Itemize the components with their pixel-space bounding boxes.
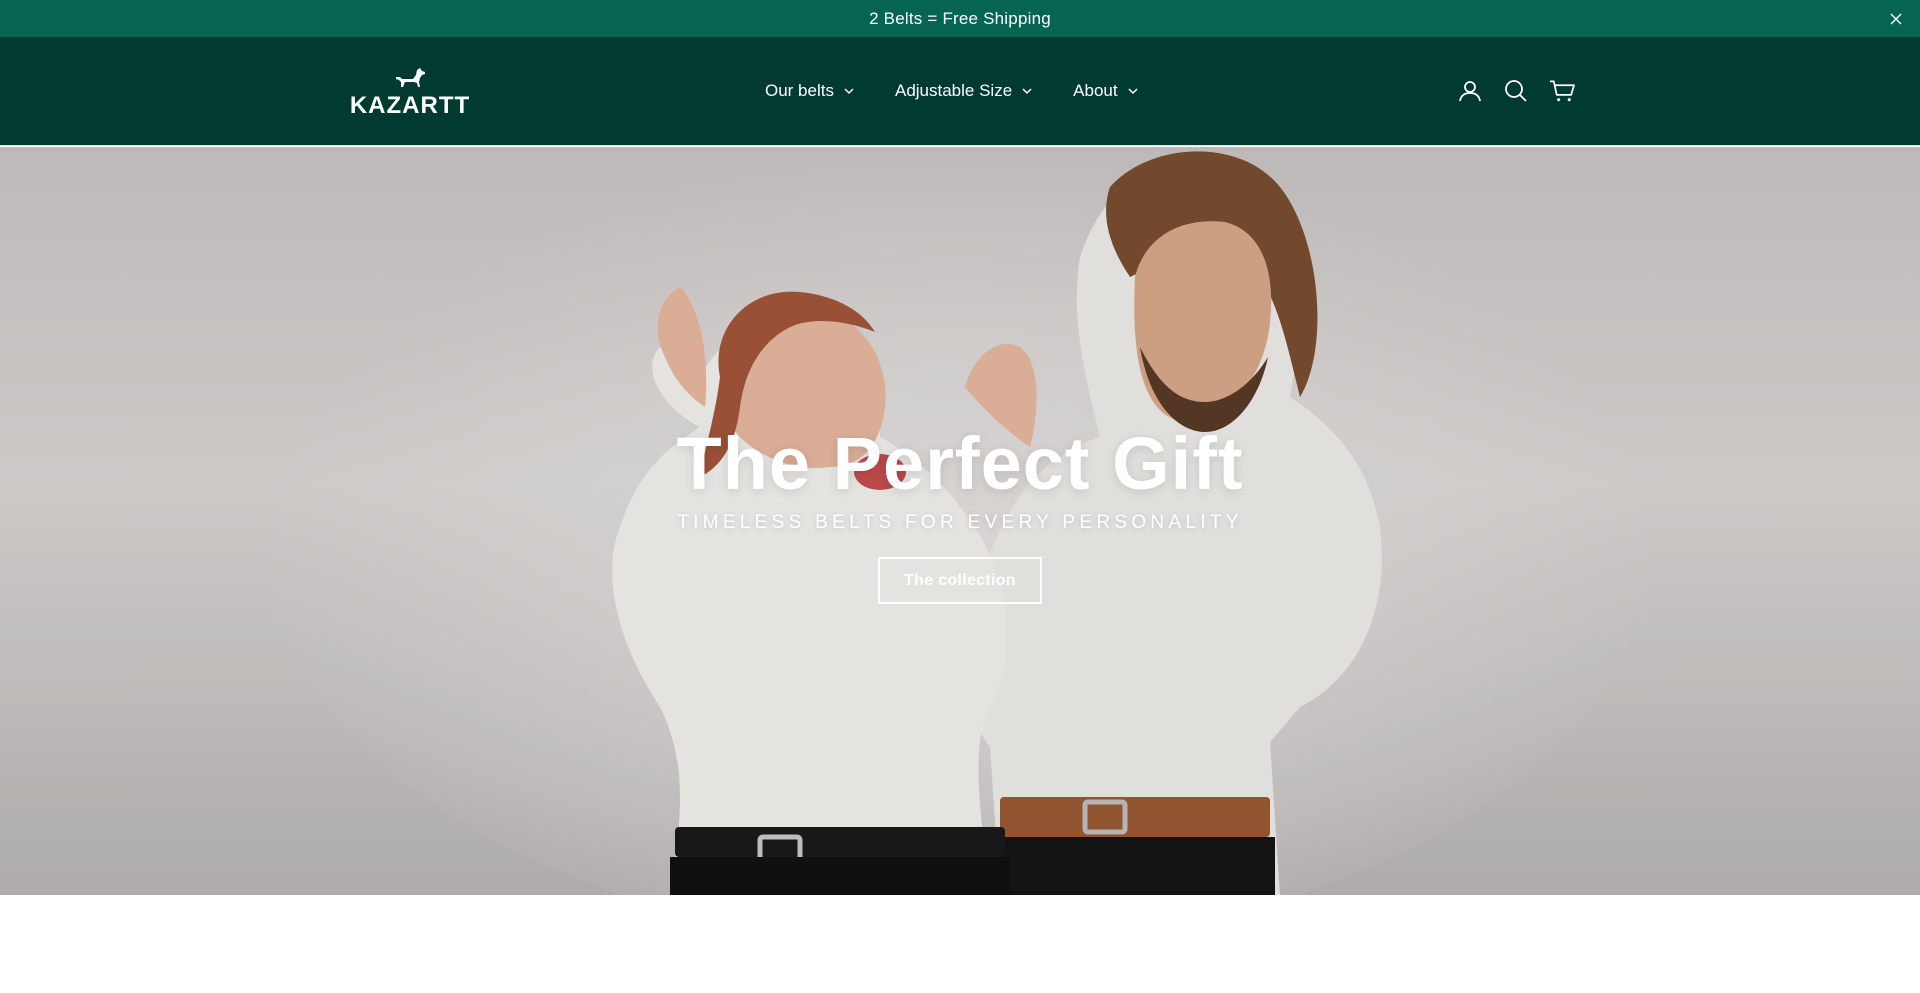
chevron-down-icon — [1021, 85, 1033, 97]
account-icon[interactable] — [1457, 78, 1483, 104]
search-icon[interactable] — [1503, 78, 1529, 104]
nav-item-our-belts[interactable]: Our belts — [765, 81, 855, 101]
nav-item-label: Adjustable Size — [894, 81, 1013, 100]
hero-banner: The Perfect Gift TIMELESS BELTS FOR EVER… — [0, 147, 1920, 895]
main-nav: Our belts Adjustable Size About — [765, 37, 1139, 145]
logo-text: KAZARTT — [349, 92, 471, 119]
announcement-text: 2 Belts = Free Shipping — [869, 8, 1051, 28]
nav-item-label: Our belts — [765, 81, 834, 100]
nav-item-label: About — [1073, 81, 1118, 100]
hero-subtitle: TIMELESS BELTS FOR EVERY PERSONALITY — [677, 512, 1243, 533]
chevron-down-icon — [843, 85, 855, 97]
announcement-bar: 2 Belts = Free Shipping — [0, 0, 1920, 37]
nav-item-adjustable-size[interactable]: Adjustable Size — [895, 81, 1033, 101]
close-icon[interactable] — [1886, 9, 1906, 29]
hero-content: The Perfect Gift TIMELESS BELTS FOR EVER… — [0, 422, 1920, 604]
chevron-down-icon — [1127, 85, 1139, 97]
collection-button[interactable]: The collection — [878, 557, 1042, 604]
logo[interactable]: KAZARTT — [349, 68, 471, 119]
cart-icon[interactable] — [1549, 78, 1575, 104]
site-header: KAZARTT Our belts Adjustable Size About — [0, 37, 1920, 146]
header-icons — [1457, 76, 1575, 106]
nav-item-about[interactable]: About — [1073, 81, 1138, 101]
hero-title: The Perfect Gift — [676, 422, 1244, 505]
dog-icon — [393, 68, 427, 93]
